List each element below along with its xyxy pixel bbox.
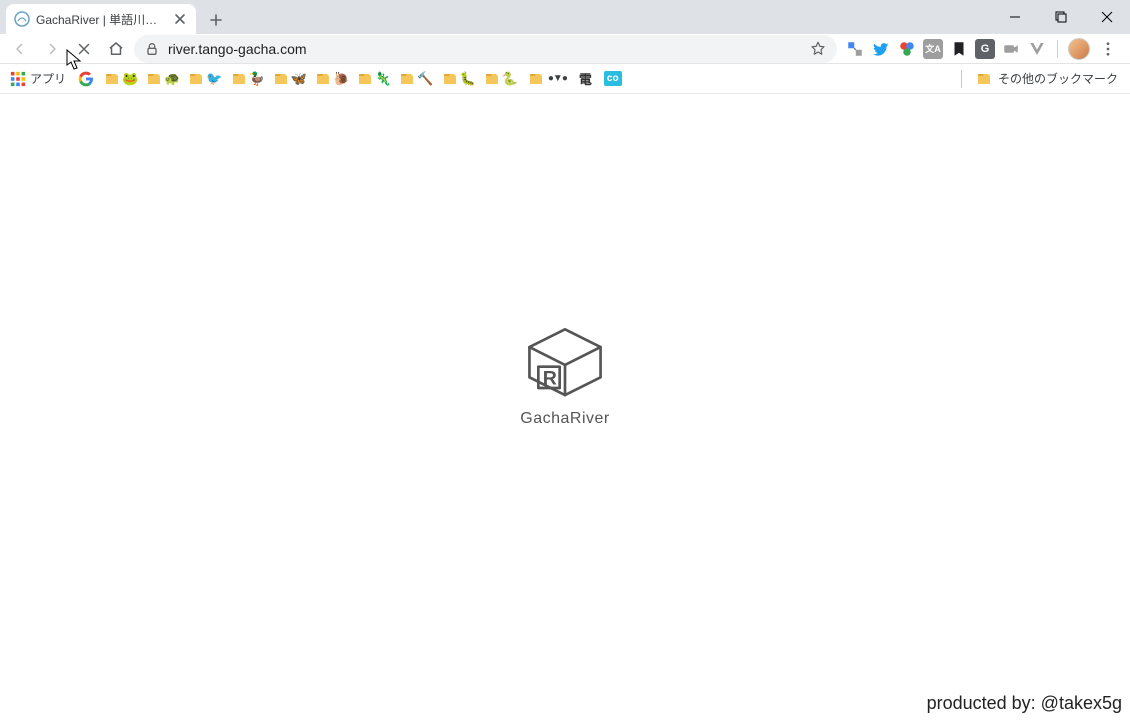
credit-handle[interactable]: @takex5g — [1041, 693, 1122, 713]
ext-text-icon[interactable]: 文A — [923, 39, 943, 59]
other-bookmarks-button[interactable]: その他のブックマーク — [961, 70, 1124, 88]
bookmark-folder-3[interactable]: 🦆 — [229, 71, 267, 87]
bookmark-folder-emoji: 🐸 — [122, 71, 138, 87]
apps-button[interactable]: アプリ — [6, 68, 70, 89]
tab-close-icon[interactable] — [172, 11, 188, 27]
bookmark-folder-emoji: 🐌 — [333, 71, 349, 87]
bookmark-google[interactable] — [74, 69, 98, 89]
nav-stop-button[interactable] — [70, 35, 98, 63]
bookmarks-separator — [961, 70, 962, 88]
nav-back-button[interactable] — [6, 35, 34, 63]
ext-vue-icon[interactable] — [1027, 39, 1047, 59]
bookmark-folder-emoji: 🔨 — [417, 71, 433, 87]
nav-forward-button[interactable] — [38, 35, 66, 63]
page-content: R GachaRiver producted by: @takex5g — [0, 94, 1130, 720]
address-bar[interactable]: river.tango-gacha.com — [134, 35, 837, 63]
ext-video-icon[interactable] — [1001, 39, 1021, 59]
url-text: river.tango-gacha.com — [168, 41, 801, 57]
site-logo: R GachaRiver — [519, 324, 611, 428]
ext-color-icon[interactable] — [897, 39, 917, 59]
bookmark-folder-emoji: 🐢 — [164, 71, 180, 87]
tab-favicon — [14, 11, 30, 27]
bookmark-folder-emoji: 🦎 — [375, 71, 391, 87]
svg-text:R: R — [543, 367, 557, 389]
browser-tab[interactable]: GachaRiver | 単語川を眺めて心を… — [6, 4, 196, 34]
toolbar-separator — [1057, 40, 1058, 58]
bookmark-folder-emoji: 🦋 — [291, 71, 307, 87]
window-close-button[interactable] — [1084, 2, 1130, 32]
bookmark-shapes-label: ●▼● — [548, 73, 567, 84]
tab-strip: GachaRiver | 単語川を眺めて心を… — [0, 0, 1130, 34]
window-controls — [992, 0, 1130, 34]
bookmark-folder-emoji: 🐍 — [502, 71, 518, 87]
bookmark-folder-9[interactable]: 🐍 — [482, 71, 520, 87]
site-logo-text: GachaRiver — [520, 410, 609, 428]
bookmarks-bar: アプリ 🐸 🐢 🐦 🦆 🦋 🐌 🦎 🔨 🐛 🐍 ●▼● 電 co その他のブックマーク — [0, 64, 1130, 94]
bookmark-folder-8[interactable]: 🐛 — [440, 71, 478, 87]
window-maximize-button[interactable] — [1038, 2, 1084, 32]
bookmark-co[interactable]: co — [600, 69, 626, 88]
bookmark-folder-0[interactable]: 🐸 — [102, 71, 140, 87]
bookmark-den-label: 電 — [579, 69, 592, 88]
bookmark-folder-2[interactable]: 🐦 — [186, 71, 224, 87]
bookmark-folder-4[interactable]: 🦋 — [271, 71, 309, 87]
tab-title: GachaRiver | 単語川を眺めて心を… — [36, 11, 166, 28]
bookmark-shapes[interactable]: ●▼● — [524, 69, 571, 89]
bookmark-folder-7[interactable]: 🔨 — [397, 71, 435, 87]
new-tab-button[interactable] — [202, 6, 230, 34]
bookmark-folder-1[interactable]: 🐢 — [144, 71, 182, 87]
ext-bookmark-icon[interactable] — [949, 39, 969, 59]
ext-g-icon[interactable]: G — [975, 39, 995, 59]
window-minimize-button[interactable] — [992, 2, 1038, 32]
bookmark-folder-6[interactable]: 🦎 — [355, 71, 393, 87]
bookmark-co-label: co — [604, 71, 622, 86]
bookmark-den[interactable]: 電 — [575, 67, 596, 90]
ext-twitter-icon[interactable] — [871, 39, 891, 59]
bookmark-folder-emoji: 🦆 — [249, 71, 265, 87]
bookmark-folder-5[interactable]: 🐌 — [313, 71, 351, 87]
bookmark-folder-emoji: 🐦 — [206, 71, 222, 87]
ext-translate-icon[interactable] — [845, 39, 865, 59]
credit-text: producted by: @takex5g — [927, 693, 1122, 714]
box-icon: R — [519, 324, 611, 404]
apps-label: アプリ — [30, 70, 66, 87]
other-bookmarks-label: その他のブックマーク — [998, 70, 1118, 87]
lock-icon — [144, 41, 160, 57]
extension-icons: 文A G — [841, 38, 1124, 60]
bookmark-folder-emoji: 🐛 — [460, 71, 476, 87]
browser-toolbar: river.tango-gacha.com 文A G — [0, 34, 1130, 64]
nav-home-button[interactable] — [102, 35, 130, 63]
browser-menu-button[interactable] — [1096, 40, 1120, 58]
profile-avatar[interactable] — [1068, 38, 1090, 60]
bookmark-star-icon[interactable] — [809, 40, 827, 58]
credit-prefix: producted by: — [927, 693, 1041, 713]
